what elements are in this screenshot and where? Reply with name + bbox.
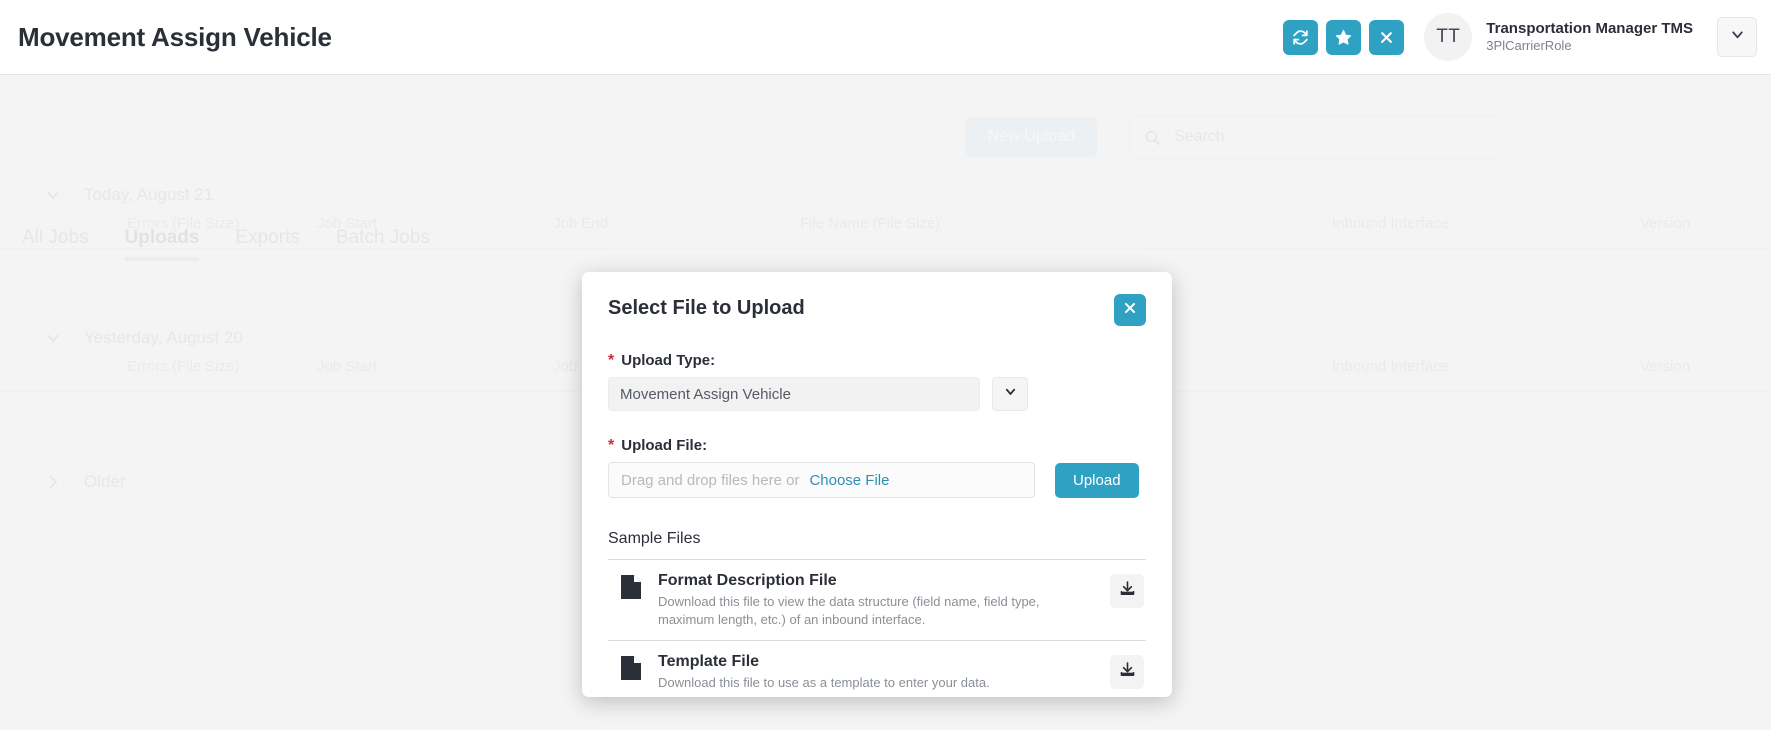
column-header-job-start: Job Start: [317, 215, 377, 232]
header-actions: TT Transportation Manager TMS 3PlCarrier…: [1275, 13, 1757, 61]
sync-icon: [1292, 29, 1309, 46]
upload-type-select[interactable]: Movement Assign Vehicle: [608, 377, 980, 411]
group-header-today[interactable]: Today, August 21: [44, 185, 213, 205]
avatar[interactable]: TT: [1424, 13, 1472, 61]
upload-button[interactable]: Upload: [1055, 463, 1139, 498]
sync-button[interactable]: [1283, 20, 1318, 55]
chevron-down-icon: [44, 329, 72, 347]
chevron-down-icon: [1003, 384, 1018, 404]
column-headers-today: Errors (File Size) Job Start Job End Fil…: [0, 215, 1771, 249]
user-name: Transportation Manager TMS: [1486, 20, 1693, 39]
column-header-inbound-interface: Inbound Interface: [1332, 358, 1449, 375]
sample-file-description: Download this file to use as a template …: [658, 674, 1048, 692]
upload-type-dropdown-button[interactable]: [992, 377, 1028, 411]
column-header-version: Version: [1640, 358, 1690, 375]
sample-file-name: Template File: [658, 653, 1110, 671]
star-icon: [1335, 29, 1352, 46]
column-header-errors: Errors (File Size): [127, 215, 240, 232]
chevron-down-icon: [1729, 26, 1746, 48]
group-header-yesterday[interactable]: Yesterday, August 20: [44, 328, 243, 348]
download-icon: [1119, 580, 1136, 602]
column-header-version: Version: [1640, 215, 1690, 232]
user-menu-button[interactable]: [1717, 17, 1757, 57]
favorite-button[interactable]: [1326, 20, 1361, 55]
group-header-older[interactable]: Older: [44, 472, 126, 492]
modal-body: * Upload Type: Movement Assign Vehicle *: [582, 352, 1172, 697]
sample-file-name: Format Description File: [658, 572, 1110, 590]
search-icon: [1144, 129, 1161, 146]
sample-file-text: Template File Download this file to use …: [658, 653, 1110, 692]
group-label: Older: [84, 472, 126, 492]
upload-file-label: * Upload File:: [608, 437, 1146, 454]
upload-type-row: Movement Assign Vehicle: [608, 377, 1146, 411]
modal-header: Select File to Upload: [582, 272, 1172, 326]
upload-modal: Select File to Upload * Upload Type: Mov…: [582, 272, 1172, 697]
sample-files-list: Format Description File Download this fi…: [608, 559, 1146, 697]
group-label: Yesterday, August 20: [84, 328, 243, 348]
upload-file-label-text: Upload File:: [621, 437, 707, 454]
column-header-file-name: File Name (File Size): [800, 215, 940, 232]
list-item: Template File Download this file to use …: [608, 640, 1146, 697]
column-header-inbound-interface: Inbound Interface: [1332, 215, 1449, 232]
chevron-down-icon: [44, 186, 72, 204]
column-header-errors: Errors (File Size): [127, 358, 240, 375]
search-box[interactable]: [1129, 115, 1499, 159]
sample-files-title: Sample Files: [608, 530, 1146, 548]
close-icon: [1379, 30, 1394, 45]
modal-title: Select File to Upload: [608, 297, 805, 320]
close-icon: [1123, 301, 1137, 320]
upload-file-row: Drag and drop files here or Choose File …: [608, 462, 1146, 498]
document-icon: [620, 655, 642, 686]
column-header-job-end: Job End: [553, 215, 608, 232]
close-window-button[interactable]: [1369, 20, 1404, 55]
avatar-initials: TT: [1436, 26, 1460, 48]
required-marker: *: [608, 438, 614, 454]
required-marker: *: [608, 353, 614, 369]
upload-type-label: * Upload Type:: [608, 352, 1146, 369]
chevron-right-icon: [44, 473, 72, 491]
app-root: Movement Assign Vehicle: [0, 0, 1771, 730]
download-button[interactable]: [1110, 655, 1144, 689]
group-label: Today, August 21: [84, 185, 213, 205]
upload-type-value: Movement Assign Vehicle: [620, 386, 791, 403]
sample-file-description: Download this file to view the data stru…: [658, 593, 1048, 628]
document-icon: [620, 574, 642, 605]
download-button[interactable]: [1110, 574, 1144, 608]
choose-file-link[interactable]: Choose File: [809, 472, 889, 489]
upload-type-label-text: Upload Type:: [621, 352, 715, 369]
page-title: Movement Assign Vehicle: [18, 22, 332, 53]
app-header: Movement Assign Vehicle: [0, 0, 1771, 75]
download-icon: [1119, 661, 1136, 683]
modal-close-button[interactable]: [1114, 294, 1146, 326]
user-role: 3PlCarrierRole: [1486, 38, 1693, 54]
sample-file-text: Format Description File Download this fi…: [658, 572, 1110, 628]
file-dropzone[interactable]: Drag and drop files here or Choose File: [608, 462, 1035, 498]
column-header-job-start: Job Start: [317, 358, 377, 375]
user-info: Transportation Manager TMS 3PlCarrierRol…: [1486, 20, 1693, 55]
background-toolbar: New Upload: [966, 115, 1499, 159]
list-item: Format Description File Download this fi…: [608, 559, 1146, 640]
dropzone-hint: Drag and drop files here or: [621, 472, 799, 489]
search-input[interactable]: [1161, 128, 1498, 146]
new-upload-button[interactable]: New Upload: [966, 117, 1097, 157]
